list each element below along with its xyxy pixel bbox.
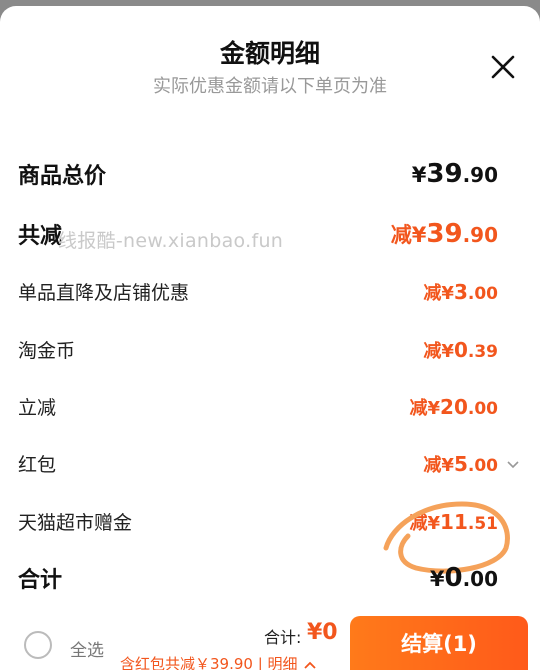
row-label: 立减: [18, 397, 57, 419]
row-tao-coin: 淘金币 减¥0.39: [18, 336, 498, 363]
row-value: 减¥5.00: [423, 451, 498, 476]
watermark-text: 线报酷-new.xianbao.fun: [58, 230, 284, 252]
row-item-store-discount: 单品直降及店铺优惠 减¥3.00: [18, 278, 498, 305]
select-all-label[interactable]: 全选: [70, 636, 104, 661]
row-sum: 合计 ¥0.00: [18, 562, 498, 594]
row-label: 合计: [18, 568, 63, 593]
row-value: 减¥39.90: [390, 219, 498, 249]
total-value: ¥0: [307, 620, 338, 645]
sheet-title: 金额明细: [219, 39, 320, 68]
total-label: 合计:: [264, 628, 302, 647]
row-value: 减¥20.00: [409, 394, 499, 419]
row-value: ¥39.90: [411, 159, 498, 189]
checkout-button[interactable]: 结算(1): [350, 616, 528, 670]
sheet-subtitle: 实际优惠金额请以下单页为准: [153, 76, 387, 97]
row-tmall-gift: 天猫超市赠金 减¥11.51: [18, 508, 498, 535]
radio-unchecked-icon[interactable]: [24, 631, 52, 659]
red-packet-detail-link[interactable]: 含红包共减￥39.90 | 明细: [120, 653, 316, 670]
row-label: 共减: [18, 224, 63, 249]
row-label: 商品总价: [18, 164, 107, 189]
row-value: 减¥0.39: [423, 337, 498, 362]
row-label: 淘金币: [18, 340, 76, 362]
row-value: 减¥11.51: [409, 509, 499, 534]
row-instant-discount: 立减 减¥20.00: [18, 393, 498, 420]
row-goods-total: 商品总价 ¥39.90: [18, 158, 498, 190]
amount-detail-sheet: 金额明细 实际优惠金额请以下单页为准 商品总价 ¥39.90 共减 减¥39.9…: [0, 6, 540, 616]
red-packet-detail-text: 含红包共减￥39.90 | 明细: [120, 655, 298, 670]
row-label: 单品直降及店铺优惠: [18, 282, 190, 304]
checkout-bar: 全选 合计: ¥0 含红包共减￥39.90 | 明细 结算(1): [0, 616, 540, 670]
row-value: 减¥3.00: [423, 279, 498, 304]
row-label: 天猫超市赠金: [18, 512, 133, 534]
row-label: 红包: [18, 454, 57, 476]
row-red-packet[interactable]: 红包 减¥5.00: [18, 450, 498, 477]
row-value: ¥0.00: [429, 563, 498, 593]
chevron-up-icon: [304, 661, 316, 669]
close-icon[interactable]: [488, 52, 518, 82]
chevron-down-icon[interactable]: [506, 458, 520, 472]
